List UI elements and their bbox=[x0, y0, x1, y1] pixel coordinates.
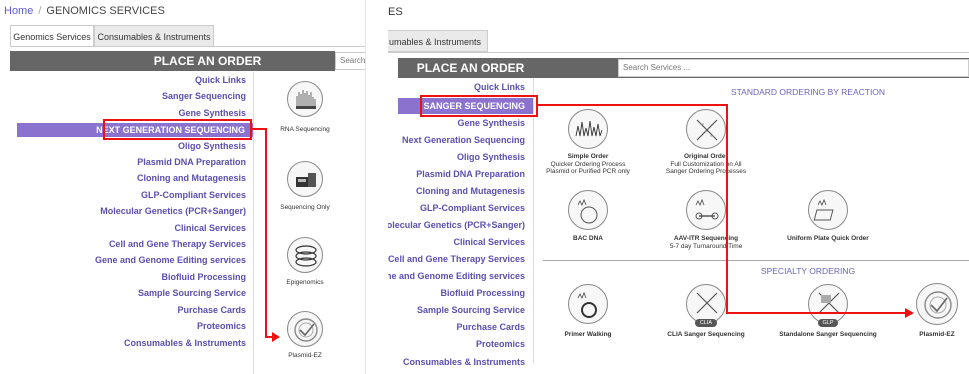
left-menu-item[interactable]: Gene and Genome Editing services bbox=[10, 253, 246, 267]
rna-seq-label: RNA Sequencing bbox=[280, 126, 330, 133]
arrow-head bbox=[272, 332, 280, 342]
right-menu-item[interactable]: Oligo Synthesis bbox=[388, 150, 525, 164]
right-menu-item[interactable]: Purchase Cards bbox=[388, 320, 525, 334]
aav-itr-sub1: 5-7 day Turnaround Time bbox=[669, 243, 743, 250]
search-input[interactable]: Search bbox=[335, 52, 365, 70]
rna-seq-icon[interactable] bbox=[287, 81, 323, 117]
left-menu-item[interactable]: Oligo Synthesis bbox=[10, 139, 246, 153]
original-order-sub2: Sanger Ordering Processes bbox=[665, 168, 747, 175]
menu-divider bbox=[253, 72, 254, 374]
clia-icon[interactable] bbox=[686, 284, 726, 324]
simple-order-sub2: Plasmid or Purified PCR only bbox=[546, 168, 630, 175]
right-menu-item[interactable]: Gene and Genome Editing services bbox=[388, 269, 525, 283]
menu-divider bbox=[533, 78, 534, 363]
plasmid-check-icon[interactable] bbox=[287, 311, 323, 347]
plasmid-check-icon[interactable] bbox=[916, 283, 958, 325]
right-menu-item[interactable]: Cell and Gene Therapy Services bbox=[388, 252, 525, 266]
arrow-segment bbox=[265, 128, 267, 338]
plasmid-ez-label: Plasmid-EZ bbox=[288, 352, 322, 359]
clia-sanger-title[interactable]: CLIA Sanger Sequencing bbox=[656, 331, 756, 338]
left-menu-item[interactable]: Gene Synthesis bbox=[10, 106, 246, 120]
simple-order-title[interactable]: Simple Order bbox=[548, 153, 628, 160]
right-screenshot-panel: ES umables & Instruments PLACE AN ORDER … bbox=[388, 0, 969, 374]
left-screenshot-panel: Home / GENOMICS SERVICES Genomics Services… bbox=[0, 0, 366, 374]
plate-icon[interactable] bbox=[808, 190, 848, 230]
left-menu-item[interactable]: Biofluid Processing bbox=[10, 270, 246, 284]
left-menu-item[interactable]: Purchase Cards bbox=[10, 303, 246, 317]
epigenomics-label: Epigenomics bbox=[286, 279, 324, 286]
tab-underline bbox=[388, 52, 969, 53]
right-menu-item[interactable]: Cloning and Mutagenesis bbox=[388, 184, 525, 198]
left-menu-item[interactable]: Clinical Services bbox=[10, 221, 246, 235]
arrow-segment bbox=[252, 128, 266, 130]
breadcrumb-fragment: ES bbox=[388, 6, 403, 18]
breadcrumb-current: GENOMICS SERVICES bbox=[46, 5, 165, 17]
right-menu-item[interactable]: Molecular Genetics (PCR+Sanger) bbox=[388, 218, 525, 232]
breadcrumb-separator: / bbox=[38, 5, 42, 17]
arrow-segment bbox=[726, 312, 906, 314]
chromatogram-icon[interactable] bbox=[568, 109, 608, 149]
left-menu-item[interactable]: Proteomics bbox=[10, 319, 246, 333]
highlight-box bbox=[103, 119, 252, 140]
search-services-input[interactable]: Search Services ... bbox=[618, 59, 969, 77]
breadcrumb: Home / GENOMICS SERVICES bbox=[4, 5, 165, 17]
clia-badge: CLIA bbox=[695, 319, 717, 327]
tab-consumables-fragment[interactable]: umables & Instruments bbox=[388, 30, 488, 52]
right-menu-item[interactable]: Next Generation Sequencing bbox=[388, 133, 525, 147]
left-menu-item[interactable]: Quick Links bbox=[10, 73, 246, 87]
right-menu-item[interactable]: GLP-Compliant Services bbox=[388, 201, 525, 215]
right-menu-item[interactable]: Clinical Services bbox=[388, 235, 525, 249]
plasmid-ez-title[interactable]: Plasmid-EZ bbox=[907, 331, 967, 338]
right-menu-item[interactable]: Gene Synthesis bbox=[388, 116, 525, 130]
right-menu-item[interactable]: Biofluid Processing bbox=[388, 286, 525, 300]
right-menu-item[interactable]: Quick Links bbox=[388, 80, 525, 94]
epigenomics-icon[interactable] bbox=[287, 237, 323, 273]
sequencing-only-label: Sequencing Only bbox=[280, 204, 330, 211]
arrow-segment bbox=[538, 104, 728, 106]
standard-ordering-title: STANDARD ORDERING BY REACTION bbox=[730, 87, 886, 97]
left-menu-item[interactable]: Sanger Sequencing bbox=[10, 89, 246, 103]
specialty-ordering-title: SPECIALTY ORDERING bbox=[760, 266, 856, 276]
bac-dna-title[interactable]: BAC DNA bbox=[548, 235, 628, 242]
left-menu-item[interactable]: GLP-Compliant Services bbox=[10, 188, 246, 202]
arrow-segment bbox=[726, 104, 728, 314]
breadcrumb-home-link[interactable]: Home bbox=[4, 5, 33, 17]
left-menu-item[interactable]: Consumables & Instruments bbox=[10, 336, 246, 350]
glp-icon[interactable] bbox=[808, 284, 848, 324]
tab-underline bbox=[10, 46, 365, 47]
primer-walking-title[interactable]: Primer Walking bbox=[548, 331, 628, 338]
place-order-bar: PLACE AN ORDER bbox=[398, 58, 543, 78]
right-menu-item[interactable]: Plasmid DNA Preparation bbox=[388, 167, 525, 181]
right-menu-item[interactable]: Sample Sourcing Service bbox=[388, 303, 525, 317]
left-menu-item[interactable]: Molecular Genetics (PCR+Sanger) bbox=[10, 204, 246, 218]
primer-walking-icon[interactable] bbox=[568, 284, 608, 324]
bac-dna-icon[interactable] bbox=[568, 190, 608, 230]
original-order-title[interactable]: Original Order bbox=[666, 153, 746, 160]
left-menu-item[interactable]: Plasmid DNA Preparation bbox=[10, 155, 246, 169]
section-divider bbox=[543, 260, 969, 261]
tab-genomics-services[interactable]: Genomics Services bbox=[10, 25, 94, 47]
left-menu-item[interactable]: Cloning and Mutagenesis bbox=[10, 171, 246, 185]
arrow-head bbox=[905, 308, 914, 318]
highlight-box bbox=[420, 95, 538, 117]
left-menu-item[interactable]: Sample Sourcing Service bbox=[10, 286, 246, 300]
standalone-sanger-title[interactable]: Standalone Sanger Sequencing bbox=[768, 331, 888, 338]
sequencer-icon[interactable] bbox=[287, 161, 323, 197]
left-menu-item[interactable]: Cell and Gene Therapy Services bbox=[10, 237, 246, 251]
right-menu-item[interactable]: Consumables & Instruments bbox=[388, 355, 525, 369]
tab-bar: Genomics Services Consumables & Instrume… bbox=[4, 25, 364, 47]
uniform-plate-title[interactable]: Uniform Plate Quick Order bbox=[778, 235, 878, 242]
aav-itr-title[interactable]: AAV-ITR Sequencing bbox=[666, 235, 746, 242]
tab-consumables-instruments[interactable]: Consumables & Instruments bbox=[94, 25, 214, 47]
glp-badge: GLP bbox=[818, 319, 838, 327]
aav-itr-icon[interactable] bbox=[686, 190, 726, 230]
dna-helix-icon[interactable] bbox=[686, 109, 726, 149]
simple-order-sub1: Quicker Ordering Process bbox=[550, 161, 626, 168]
original-order-sub1: Full Customization on All bbox=[670, 161, 742, 168]
place-order-bar: PLACE AN ORDER bbox=[10, 51, 335, 71]
right-menu-item[interactable]: Proteomics bbox=[388, 337, 525, 351]
